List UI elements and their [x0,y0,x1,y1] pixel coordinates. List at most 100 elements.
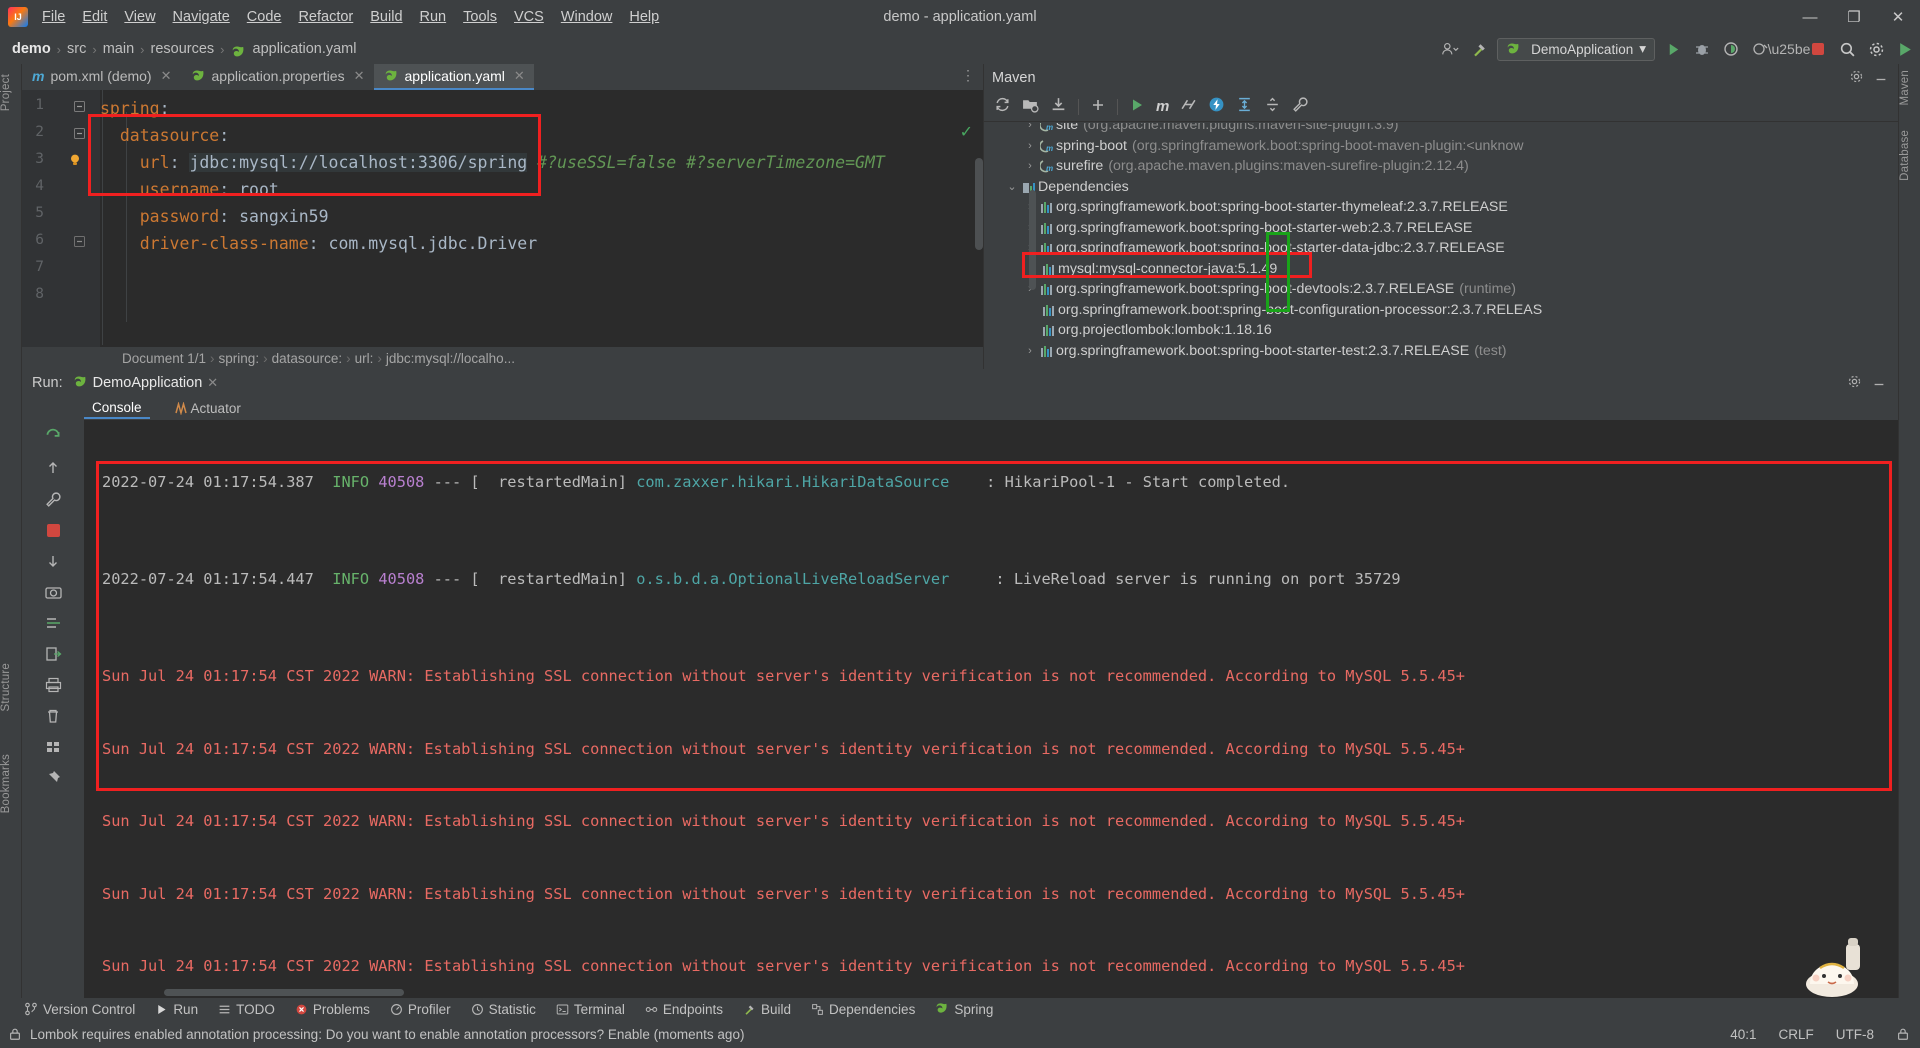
breadcrumb-application-yaml[interactable]: application.yaml [253,41,357,57]
run-configuration-selector[interactable]: DemoApplication ▾ [1497,37,1655,61]
editor-tabs-more-icon[interactable]: ⋮ [961,67,975,84]
tab-actuator[interactable]: Actuator [166,399,249,418]
bottom-item-problems[interactable]: Problems [295,1002,370,1017]
maven-minimize-icon[interactable] [1874,69,1888,86]
stop-button[interactable] [1807,38,1829,60]
run-maven-goal-icon[interactable] [1129,97,1145,117]
status-right[interactable]: 40:1 CRLF UTF-8 [1730,1027,1910,1042]
code-editor[interactable]: 1 2 3 4 5 6 7 8 spring: datasource: url:… [22,90,983,349]
bottom-item-terminal[interactable]: Terminal [556,1002,625,1017]
skip-tests-icon[interactable] [1180,96,1197,117]
tree-row-starter-data-jdbc[interactable]: › org.springframework.boot:spring-boot-s… [984,238,1898,259]
close-icon[interactable]: ✕ [514,68,525,84]
left-tool-rail[interactable]: Project Structure Bookmarks [0,64,22,998]
stop-icon[interactable] [42,519,64,541]
reload-icon[interactable] [994,96,1011,117]
menu-item-vcs[interactable]: VCS [514,9,544,25]
menu-item-build[interactable]: Build [370,9,402,25]
menu-item-window[interactable]: Window [561,9,613,25]
crumb-value[interactable]: jdbc:mysql://localho... [386,351,515,366]
print-icon[interactable] [42,674,64,696]
debug-button[interactable] [1691,38,1713,60]
crumb-document[interactable]: Document 1/1 [122,351,206,366]
bottom-item-run[interactable]: Run [155,1002,198,1017]
menu-item-navigate[interactable]: Navigate [173,9,230,25]
breadcrumb-resources[interactable]: resources [150,41,214,57]
chevron-down-icon[interactable]: ⌄ [1004,180,1020,193]
chevron-right-icon[interactable]: › [1022,123,1038,131]
tree-row-dependencies[interactable]: ⌄ Dependencies [984,177,1898,198]
thread-dump-icon[interactable] [42,612,64,634]
run-settings-gear-icon[interactable] [1847,374,1862,392]
folder-sync-icon[interactable] [1022,96,1039,117]
more-run-options-icon[interactable]: \u25be [1768,38,1811,60]
code-text[interactable]: spring: datasource: url: jdbc:mysql://lo… [100,90,983,349]
sidebar-item-bookmarks[interactable]: Bookmarks [0,748,12,819]
tree-row-surefire[interactable]: › m surefire (org.apache.maven.plugins:m… [984,156,1898,177]
breadcrumb[interactable]: demo › src › main › resources › applicat… [6,41,356,57]
trash-icon[interactable] [42,705,64,727]
breadcrumb-demo[interactable]: demo [12,41,51,57]
maven-settings-wrench-icon[interactable] [1292,96,1309,117]
tree-row-lombok[interactable]: org.projectlombok:lombok:1.18.16 [984,320,1898,341]
tab-application-yaml[interactable]: application.yaml ✕ [373,64,534,90]
status-message[interactable]: Lombok requires enabled annotation proce… [30,1027,744,1042]
crumb-datasource[interactable]: datasource: [272,351,343,366]
editor-scrollbar[interactable] [975,158,983,250]
editor-structure-breadcrumb[interactable]: Document 1/1 › spring: › datasource: › u… [22,347,983,369]
add-maven-project-icon[interactable] [1090,97,1106,117]
tab-console[interactable]: Console [84,398,150,419]
run-subtabs[interactable]: Console Actuator [22,396,1898,420]
console-horizontal-scrollbar[interactable] [164,989,404,996]
pin-icon[interactable] [42,767,64,789]
bottom-item-dependencies[interactable]: Dependencies [811,1002,915,1017]
run-minimize-icon[interactable] [1872,374,1886,391]
menu-item-refactor[interactable]: Refactor [298,9,353,25]
chevron-right-icon[interactable]: › [1022,140,1038,152]
bottom-item-build[interactable]: Build [743,1002,791,1017]
menu-item-file[interactable]: File [42,9,65,25]
scroll-down-icon[interactable] [42,550,64,572]
sidebar-item-maven[interactable]: Maven [1899,64,1911,112]
right-tool-rail[interactable]: Maven Database [1898,64,1920,998]
collapse-all-icon[interactable] [1264,96,1281,117]
export-icon[interactable] [42,643,64,665]
tree-row-site[interactable]: › m site (org.apache.maven.plugins:maven… [984,123,1898,136]
fold-toggle-line6[interactable] [74,236,85,250]
tab-application-properties[interactable]: application.properties ✕ [181,64,374,90]
tree-row-starter-test[interactable]: › org.springframework.boot:spring-boot-s… [984,341,1898,362]
camera-icon[interactable] [42,581,64,603]
main-menu[interactable]: File Edit View Navigate Code Refactor Bu… [42,9,659,25]
tree-row-mysql-connector[interactable]: mysql:mysql-connector-java:5.1.49 [984,259,1898,280]
menu-item-code[interactable]: Code [247,9,282,25]
menu-item-edit[interactable]: Edit [82,9,107,25]
bottom-item-todo[interactable]: TODO [218,1002,275,1017]
settings-gear-icon[interactable] [1865,38,1887,60]
caret-position[interactable]: 40:1 [1730,1027,1756,1042]
editor-right-scrollbar[interactable] [1029,190,1036,290]
offline-mode-icon[interactable] [1208,96,1225,117]
crumb-spring[interactable]: spring: [219,351,260,366]
search-icon[interactable] [1836,38,1858,60]
tree-row-spring-boot-plugin[interactable]: › m spring-boot (org.springframework.boo… [984,136,1898,157]
maven-project-tree[interactable]: › m site (org.apache.maven.plugins:maven… [984,123,1898,369]
status-lock-icon[interactable] [1896,1027,1910,1042]
tree-row-devtools[interactable]: › org.springframework.boot:spring-boot-d… [984,279,1898,300]
menu-item-tools[interactable]: Tools [463,9,497,25]
line-separator[interactable]: CRLF [1778,1027,1813,1042]
tool-window-bar[interactable]: Version Control Run TODO Problems Profil… [0,998,1920,1020]
bottom-item-spring[interactable]: Spring [935,1002,993,1017]
chevron-down-icon[interactable]: ▾ [1639,41,1646,57]
editor-tabs[interactable]: m pom.xml (demo) ✕ application.propertie… [22,64,983,90]
expand-all-icon[interactable] [1236,96,1253,117]
bottom-item-endpoints[interactable]: Endpoints [645,1002,723,1017]
bottom-item-version-control[interactable]: Version Control [24,1002,135,1017]
sidebar-item-structure[interactable]: Structure [0,657,12,717]
window-controls[interactable]: — ❐ ✕ [1788,0,1920,34]
maven-settings-gear-icon[interactable] [1849,69,1864,87]
fold-toggle-line1[interactable] [74,101,85,115]
scroll-up-icon[interactable] [42,457,64,479]
chevron-right-icon[interactable]: › [1022,160,1038,172]
file-encoding[interactable]: UTF-8 [1836,1027,1874,1042]
close-button[interactable]: ✕ [1876,0,1920,34]
